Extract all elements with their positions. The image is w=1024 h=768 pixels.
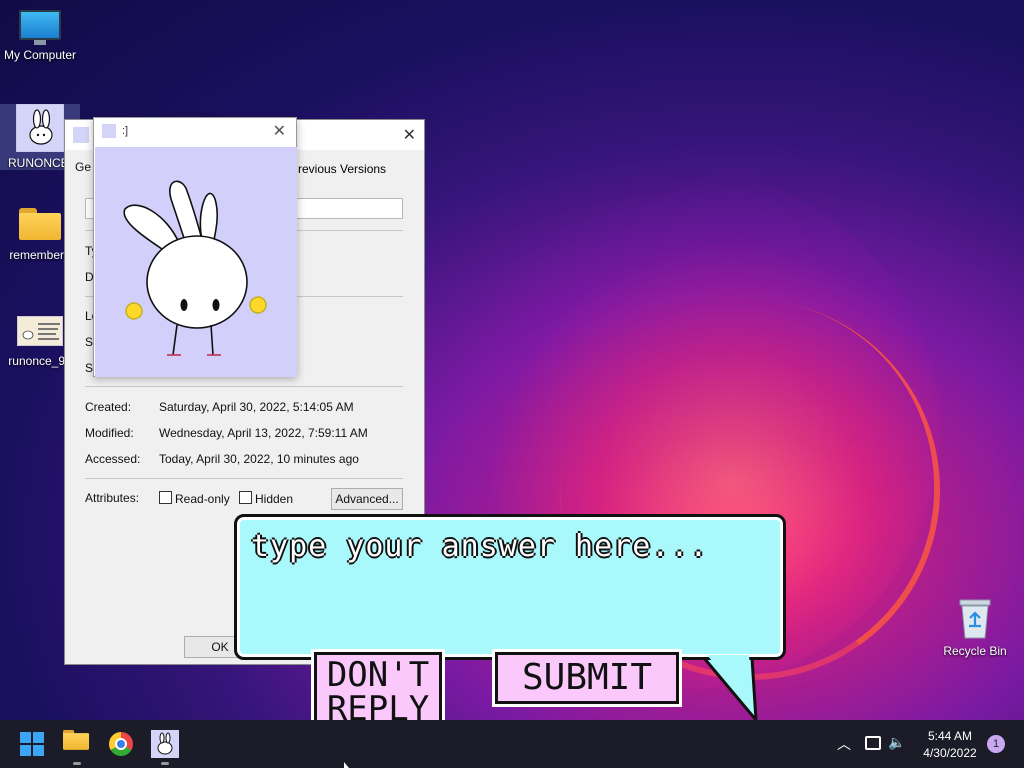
taskbar: ︿ 🔈 5:44 AM 4/30/2022 (0, 720, 1024, 768)
desktop-icon-label: Recycle Bin (943, 644, 1007, 658)
taskbar-file-explorer[interactable] (63, 730, 91, 758)
taskbar-bunny-app[interactable] (151, 730, 179, 758)
bunny-small-icon (102, 124, 116, 138)
close-icon[interactable]: ✕ (273, 121, 286, 141)
created-label: Created: (85, 400, 132, 414)
preview-title: :] (122, 125, 129, 137)
readonly-label: Read-only (175, 492, 230, 506)
folder-icon (19, 208, 61, 240)
attributes-label: Attributes: (85, 491, 140, 505)
bunny-image-icon (16, 104, 64, 152)
dont-reply-button[interactable]: DON'T REPLY (314, 652, 442, 728)
divider (85, 386, 403, 387)
clock-time[interactable]: 5:44 AM (918, 729, 982, 743)
bunny-small-icon (73, 127, 89, 143)
chrome-icon (109, 732, 133, 756)
bunny-illustration (95, 147, 297, 377)
notification-badge[interactable]: 1 (987, 735, 1005, 753)
taskbar-chrome[interactable] (107, 730, 135, 758)
answer-input[interactable]: type your answer here... (234, 514, 786, 660)
divider (85, 478, 403, 479)
image-preview-window: :] ✕ (93, 117, 297, 377)
created-value: Saturday, April 30, 2022, 5:14:05 AM (159, 400, 354, 414)
start-button[interactable] (18, 730, 46, 758)
volume-icon[interactable]: 🔈 (888, 734, 905, 751)
desktop-icon-my-computer[interactable]: My Computer (0, 10, 80, 62)
readonly-checkbox[interactable] (159, 491, 172, 504)
image-file-icon (17, 316, 63, 346)
hidden-label: Hidden (255, 492, 294, 506)
hidden-checkbox[interactable] (239, 491, 252, 504)
mouse-cursor-icon (344, 762, 349, 768)
folder-icon (63, 730, 90, 750)
tab-previous-versions[interactable]: revious Versions (298, 162, 386, 176)
running-indicator (73, 762, 81, 765)
clock-date[interactable]: 4/30/2022 (918, 746, 982, 760)
modified-label: Modified: (85, 426, 134, 440)
monitor-icon (19, 10, 61, 45)
preview-titlebar[interactable]: :] ✕ (94, 118, 296, 146)
modified-value: Wednesday, April 13, 2022, 7:59:11 AM (159, 426, 368, 440)
dont-reply-line1: DON'T (326, 655, 430, 695)
tab-general[interactable]: Ge (75, 160, 91, 174)
windows-logo-icon (18, 730, 46, 758)
answer-dialog: type your answer here... DON'T REPLY SUB… (234, 514, 790, 728)
accessed-value: Today, April 30, 2022, 10 minutes ago (159, 452, 359, 466)
accessed-label: Accessed: (85, 452, 141, 466)
close-icon[interactable]: ✕ (403, 125, 416, 145)
desktop-icon-recycle-bin[interactable]: Recycle Bin (935, 598, 1015, 658)
advanced-button[interactable]: Advanced... (331, 488, 403, 510)
network-icon[interactable] (865, 736, 881, 750)
chevron-up-icon[interactable]: ︿ (837, 734, 851, 754)
running-indicator (161, 762, 169, 765)
answer-placeholder: type your answer here... (251, 529, 709, 564)
recycle-bin-icon (957, 598, 993, 640)
bunny-app-icon (157, 732, 173, 755)
desktop-icon-label: My Computer (3, 48, 77, 62)
submit-button[interactable]: SUBMIT (495, 652, 679, 704)
